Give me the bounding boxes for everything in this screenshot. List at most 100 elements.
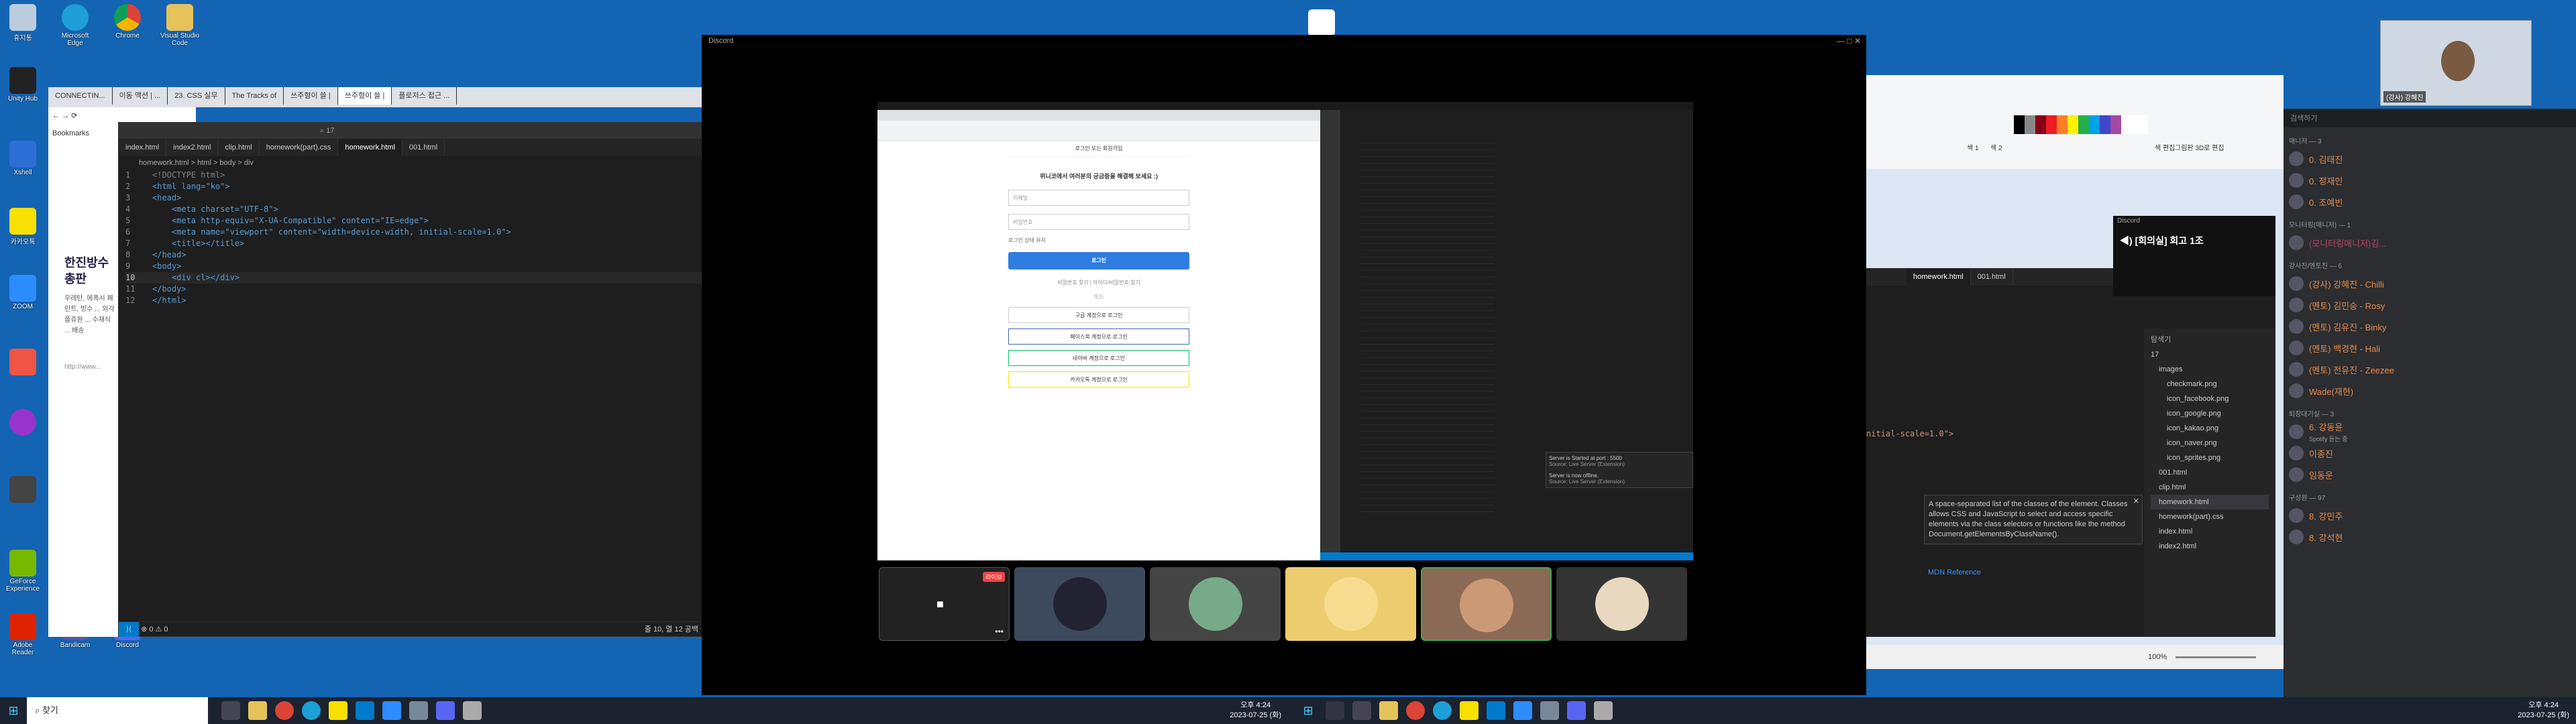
app-icon[interactable] bbox=[409, 701, 428, 720]
remote-icon[interactable]: ⟩⟨ bbox=[119, 622, 139, 637]
editor-tab[interactable]: index.html bbox=[119, 139, 167, 156]
code-editor[interactable]: 1 <!DOCTYPE html> 2 <html lang="ko"> 3 <hea… bbox=[119, 170, 705, 306]
edge-icon[interactable] bbox=[1433, 701, 1452, 720]
participant-tile-self[interactable]: 라이브 ■ ••• bbox=[879, 567, 1010, 641]
edge-icon[interactable] bbox=[302, 701, 321, 720]
file-item[interactable]: icon_naver.png bbox=[2151, 436, 2269, 450]
mdn-reference-link[interactable]: MDN Reference bbox=[1928, 568, 1981, 577]
start-icon[interactable]: ⊞ bbox=[1295, 704, 1322, 718]
member-item[interactable]: (멘토) 전유진 - Zeezee bbox=[2284, 359, 2576, 380]
minimize-icon[interactable]: — bbox=[1837, 36, 1845, 46]
zoom-video-overlay[interactable]: (강사) 강혜진 bbox=[2380, 20, 2532, 106]
taskbar-search[interactable]: ⌕ 찾기 bbox=[27, 697, 208, 724]
file-item-selected[interactable]: homework.html bbox=[2151, 495, 2269, 509]
search-icon[interactable] bbox=[1326, 701, 1344, 720]
editor-tab-active[interactable]: homework.html bbox=[1907, 268, 1971, 286]
start-icon[interactable]: ⊞ bbox=[0, 704, 27, 718]
system-tray[interactable]: 오후 4:24 2023-07-25 (화) bbox=[1230, 701, 1281, 721]
participant-tile[interactable] bbox=[1285, 567, 1416, 641]
color2-label[interactable]: 색 2 bbox=[1990, 142, 2002, 152]
task-view-icon[interactable] bbox=[221, 701, 240, 720]
login-button[interactable]: 로그인 bbox=[1008, 252, 1189, 269]
zoom-slider[interactable] bbox=[2176, 656, 2257, 658]
browser-tab[interactable]: CONNECTIN... bbox=[48, 87, 113, 105]
more-icon[interactable]: ••• bbox=[995, 627, 1004, 636]
browser-tab-active[interactable]: 쓰주형이 쓸 | bbox=[337, 87, 392, 105]
file-item[interactable]: icon_sprites.png bbox=[2151, 450, 2269, 465]
desktop-icon-edge[interactable]: Microsoft Edge bbox=[55, 4, 95, 47]
browser-tab[interactable]: 쓰주형이 쓸 | bbox=[284, 87, 338, 105]
vscode-icon[interactable] bbox=[1487, 701, 1505, 720]
browser-tab[interactable]: 23. CSS 실무 bbox=[168, 87, 225, 105]
find-links[interactable]: 비밀번호 찾기 | 아이디/비밀번호 찾기 bbox=[1008, 279, 1189, 286]
desktop-icon-folder[interactable]: Visual Studio Code bbox=[160, 4, 200, 47]
member-item[interactable]: 8. 강석현 bbox=[2284, 526, 2576, 548]
member-item[interactable]: (멘토) 김유진 - Binky bbox=[2284, 316, 2576, 337]
member-item[interactable]: 이종진 bbox=[2284, 442, 2576, 464]
chrome-icon[interactable] bbox=[1406, 701, 1425, 720]
forward-icon[interactable]: → bbox=[62, 112, 69, 120]
cursor-position[interactable]: 줄 10, 열 12 공백 bbox=[645, 622, 698, 637]
keep-login-checkbox[interactable]: 로그인 상태 유지 bbox=[1008, 237, 1189, 244]
editor-tab[interactable]: index2.html bbox=[166, 139, 219, 156]
password-field[interactable]: 비밀번호 bbox=[1008, 214, 1189, 230]
edit-colors-button[interactable]: 색 편집 bbox=[2155, 142, 2175, 152]
desktop-icon-kakaotalk[interactable]: 카카오톡 bbox=[3, 208, 43, 246]
file-item[interactable]: clip.html bbox=[2151, 480, 2269, 495]
app-icon[interactable] bbox=[1540, 701, 1559, 720]
member-item[interactable]: 8. 강민주 bbox=[2284, 505, 2576, 526]
editor-tab[interactable]: 001.html bbox=[1971, 268, 2013, 286]
member-item[interactable]: 6. 강동윤 Spotify 듣는 중 bbox=[2284, 421, 2576, 442]
participant-tile[interactable] bbox=[1150, 567, 1281, 641]
reload-icon[interactable]: ⟳ bbox=[71, 112, 77, 120]
participant-tile-speaking[interactable] bbox=[1421, 567, 1552, 641]
file-item[interactable]: icon_facebook.png bbox=[2151, 391, 2269, 406]
participant-tile[interactable] bbox=[1014, 567, 1145, 641]
browser-tab[interactable]: 플로저스 접근 ... bbox=[392, 87, 458, 105]
google-login-button[interactable]: 구글 계정으로 로그인 bbox=[1008, 307, 1189, 323]
system-tray[interactable]: 오후 4:24 2023-07-25 (화) bbox=[2518, 701, 2569, 721]
file-item[interactable]: index.html bbox=[2151, 524, 2269, 539]
vscode-icon[interactable] bbox=[356, 701, 374, 720]
editor-tab[interactable]: clip.html bbox=[218, 139, 260, 156]
member-search[interactable]: 검색하기 bbox=[2284, 110, 2576, 127]
desktop-icon-recycle-bin[interactable]: 휴지통 bbox=[3, 4, 43, 42]
desktop-icon-app1[interactable] bbox=[3, 349, 43, 377]
app-icon[interactable] bbox=[463, 701, 482, 720]
file-item[interactable]: icon_google.png bbox=[2151, 406, 2269, 421]
zoom-icon[interactable] bbox=[382, 701, 401, 720]
sticky-notes-icon[interactable] bbox=[1460, 701, 1479, 720]
desktop-icon-adobe[interactable]: Adobe Reader bbox=[3, 613, 43, 656]
chrome-icon[interactable] bbox=[275, 701, 294, 720]
color1-label[interactable]: 색 1 bbox=[1967, 142, 1979, 152]
desktop-icon-file[interactable] bbox=[1301, 9, 1342, 38]
app-icon[interactable] bbox=[1594, 701, 1613, 720]
desktop-icon-app3[interactable] bbox=[3, 476, 43, 504]
problems-indicator[interactable]: ⊗ 0 ⚠ 0 bbox=[141, 625, 168, 634]
file-item[interactable]: index2.html bbox=[2151, 539, 2269, 554]
naver-login-button[interactable]: 네이버 계정으로 로그인 bbox=[1008, 350, 1189, 366]
editor-tab[interactable]: 001.html bbox=[402, 139, 445, 156]
file-item[interactable]: 001.html bbox=[2151, 465, 2269, 480]
file-explorer-icon[interactable] bbox=[1379, 701, 1398, 720]
editor-tab[interactable]: homework(part).css bbox=[260, 139, 339, 156]
member-item[interactable]: (멘토) 백경현 - Hali bbox=[2284, 337, 2576, 359]
browser-tab[interactable]: The Tracks of bbox=[225, 87, 284, 105]
member-item[interactable]: (멘토) 김민승 - Rosy bbox=[2284, 294, 2576, 316]
editor-tab-active[interactable]: homework.html bbox=[338, 139, 402, 156]
desktop-icon-chrome[interactable]: Chrome bbox=[107, 4, 148, 40]
email-field[interactable]: 이메일 bbox=[1008, 190, 1189, 206]
task-view-icon[interactable] bbox=[1352, 701, 1371, 720]
close-icon[interactable]: ✕ bbox=[2133, 497, 2139, 507]
browser-tab[interactable]: 이동 액션 | ... bbox=[113, 87, 168, 105]
file-item[interactable]: icon_kakao.png bbox=[2151, 421, 2269, 436]
member-item[interactable]: 0. 정재인 bbox=[2284, 170, 2576, 191]
page-url-hint[interactable]: http://www... bbox=[64, 363, 118, 371]
member-item[interactable]: 임동운 bbox=[2284, 464, 2576, 485]
vscode-title[interactable]: 17 bbox=[326, 127, 334, 135]
desktop-icon-xshell[interactable]: Xshell bbox=[3, 141, 43, 176]
desktop-icon-geforce[interactable]: GeForce Experience bbox=[3, 550, 43, 593]
discord-icon[interactable] bbox=[436, 701, 455, 720]
breadcrumb[interactable]: homework.html > html > body > div bbox=[119, 156, 705, 170]
zoom-icon[interactable] bbox=[1513, 701, 1532, 720]
